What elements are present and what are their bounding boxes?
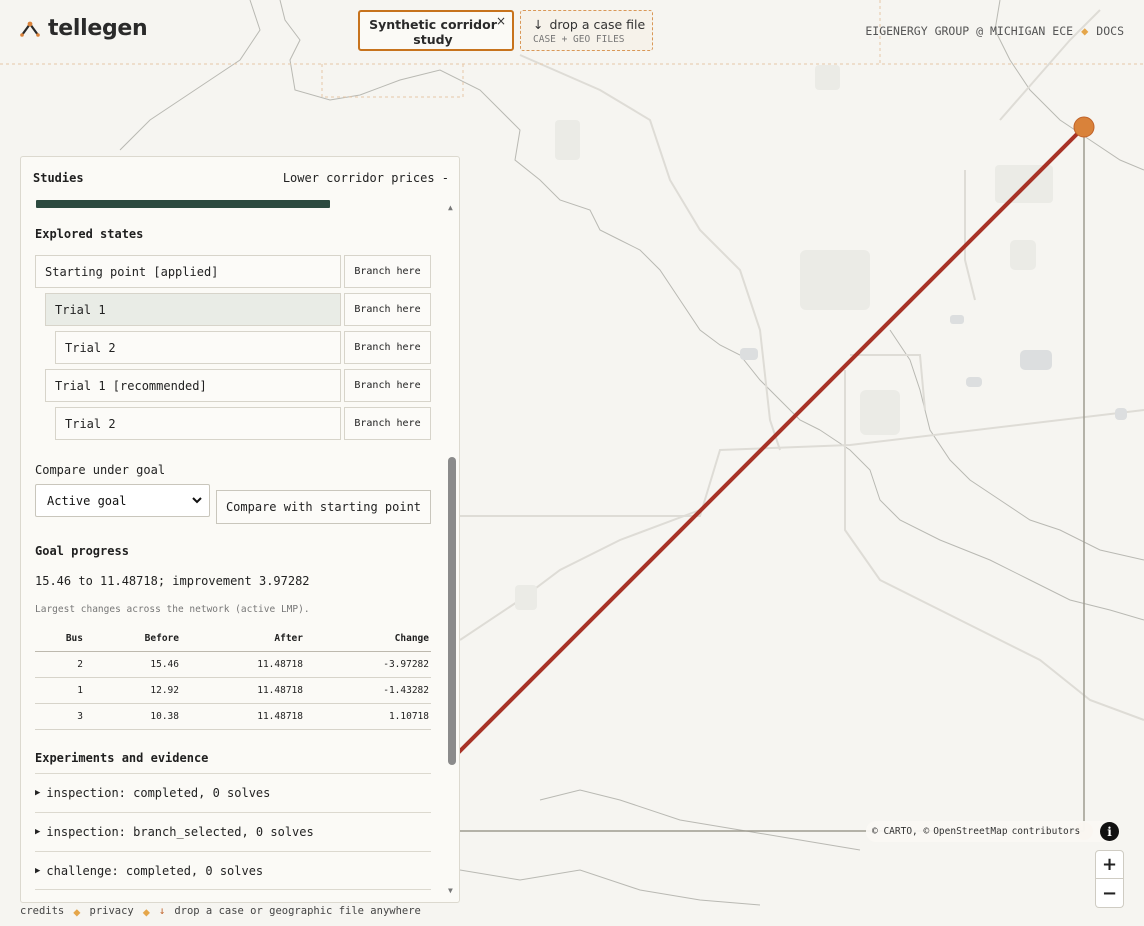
chevron-down-icon <box>192 497 202 504</box>
separator-dot-icon: ◆ <box>73 905 81 919</box>
study-tab-label: Synthetic corridor study <box>369 17 497 47</box>
cell-bus: 3 <box>35 703 85 730</box>
study-tab[interactable]: Synthetic corridor study × <box>358 10 514 51</box>
experiment-item[interactable]: ▶ inspection: completed, 0 solves <box>35 773 431 812</box>
cell-after: 11.48718 <box>181 677 305 704</box>
explored-states-title: Explored states <box>35 227 144 241</box>
goal-select[interactable]: Active goal <box>35 484 210 517</box>
group-link[interactable]: EIGENERGY GROUP @ MICHIGAN ECE <box>865 24 1073 38</box>
drop-tab-title: ↓ drop a case file <box>533 17 645 32</box>
col-header-after: After <box>181 627 305 652</box>
close-icon[interactable]: × <box>496 14 506 28</box>
bus-node-1 <box>1073 116 1095 138</box>
cell-before: 15.46 <box>85 651 181 678</box>
contributors-text: contributors <box>1011 826 1081 837</box>
table-row: 2 15.46 11.48718 -3.97282 <box>35 651 431 678</box>
compare-under-goal-label: Compare under goal <box>35 463 166 477</box>
state-starting-point[interactable]: Starting point [applied] <box>35 255 341 288</box>
cell-after: 11.48718 <box>181 651 305 678</box>
cell-before: 12.92 <box>85 677 181 704</box>
table-row: 1 12.92 11.48718 -1.43282 <box>35 677 431 704</box>
caret-right-icon: ▶ <box>35 827 41 837</box>
goal-progress-title: Goal progress <box>35 544 129 558</box>
panel-header: Studies Lower corridor prices - <box>33 171 449 185</box>
state-trial-2[interactable]: Trial 2 <box>55 407 341 440</box>
lmp-changes-table: Bus Before After Change 2 15.46 11.48718… <box>35 627 431 730</box>
cell-before: 10.38 <box>85 703 181 730</box>
arrow-down-icon: ↓ <box>533 17 544 32</box>
tellegen-logo-icon <box>20 21 40 37</box>
experiment-label: inspection: branch_selected, 0 solves <box>46 825 314 839</box>
state-trial-1[interactable]: Trial 1 <box>45 293 341 326</box>
footer: credits ◆ privacy ◆ ↓ drop a case or geo… <box>20 905 421 919</box>
branch-here-button[interactable]: Branch here <box>344 293 431 326</box>
table-header-row: Bus Before After Change <box>35 627 431 652</box>
caret-right-icon: ▶ <box>35 865 41 876</box>
study-progress-bar <box>36 200 330 208</box>
drop-tab-label: drop a case file <box>549 17 646 32</box>
cell-after: 11.48718 <box>181 703 305 730</box>
branch-here-button[interactable]: Branch here <box>344 255 431 288</box>
table-note: Largest changes across the network (acti… <box>35 604 310 615</box>
app-name: tellegen <box>48 16 148 41</box>
panel-scrollbar[interactable]: ▲ ▼ <box>447 203 458 895</box>
app-logo[interactable]: tellegen <box>20 16 148 41</box>
privacy-link[interactable]: privacy <box>90 905 134 919</box>
studies-panel: Studies Lower corridor prices - ▲ ▼ Expl… <box>20 156 460 903</box>
map-attribution: © CARTO, © OpenStreetMap contributors <box>866 821 1120 842</box>
zoom-out-button[interactable]: − <box>1095 879 1124 908</box>
experiment-item[interactable]: ▶ inspection: branch_selected, 0 solves <box>35 812 431 851</box>
separator-dot-icon: ◆ <box>142 905 150 919</box>
panel-title: Studies <box>33 171 84 185</box>
study-goal-label[interactable]: Lower corridor prices - <box>283 171 449 185</box>
credits-link[interactable]: credits <box>20 905 64 919</box>
goal-progress-text: 15.46 to 11.48718; improvement 3.97282 <box>35 574 310 588</box>
scrollbar-thumb[interactable] <box>448 457 456 765</box>
branch-here-button[interactable]: Branch here <box>344 407 431 440</box>
header-links: EIGENERGY GROUP @ MICHIGAN ECE ◆ DOCS <box>865 24 1124 38</box>
cell-bus: 2 <box>35 651 85 678</box>
zoom-in-button[interactable]: + <box>1095 850 1124 879</box>
scroll-up-icon[interactable]: ▲ <box>448 203 453 212</box>
col-header-change: Change <box>305 627 431 652</box>
info-icon[interactable]: i <box>1100 822 1119 841</box>
drop-hint-text: drop a case or geographic file anywhere <box>174 905 421 917</box>
branch-here-button[interactable]: Branch here <box>344 331 431 364</box>
carto-attribution: © CARTO, © <box>872 826 930 837</box>
experiment-label: challenge: completed, 0 solves <box>46 863 264 878</box>
arrow-down-icon: ↓ <box>159 905 166 917</box>
scroll-down-icon[interactable]: ▼ <box>448 886 453 895</box>
branch-here-button[interactable]: Branch here <box>344 369 431 402</box>
docs-link[interactable]: DOCS <box>1096 24 1124 38</box>
cell-change: 1.10718 <box>305 703 431 730</box>
drop-case-file-button[interactable]: ↓ drop a case file CASE + GEO FILES <box>520 10 653 51</box>
col-header-before: Before <box>85 627 181 652</box>
app-header: tellegen Synthetic corridor study × ↓ dr… <box>0 0 1144 62</box>
state-trial-2[interactable]: Trial 2 <box>55 331 341 364</box>
caret-right-icon: ▶ <box>35 788 41 798</box>
osm-link[interactable]: OpenStreetMap <box>933 826 1007 837</box>
table-row: 3 10.38 11.48718 1.10718 <box>35 703 431 730</box>
cell-change: -1.43282 <box>305 677 431 704</box>
experiment-label: inspection: completed, 0 solves <box>46 786 271 800</box>
experiment-item[interactable]: ▶ challenge: completed, 0 solves <box>35 851 431 890</box>
goal-select-value: Active goal <box>47 493 127 508</box>
cell-bus: 1 <box>35 677 85 704</box>
drop-tab-subtitle: CASE + GEO FILES <box>533 34 625 45</box>
separator-dot-icon: ◆ <box>1081 24 1089 38</box>
compare-with-starting-point-button[interactable]: Compare with starting point <box>216 490 431 524</box>
experiments-title: Experiments and evidence <box>35 751 209 765</box>
state-trial-1-recommended[interactable]: Trial 1 [recommended] <box>45 369 341 402</box>
col-header-bus: Bus <box>35 627 85 652</box>
cell-change: -3.97282 <box>305 651 431 678</box>
